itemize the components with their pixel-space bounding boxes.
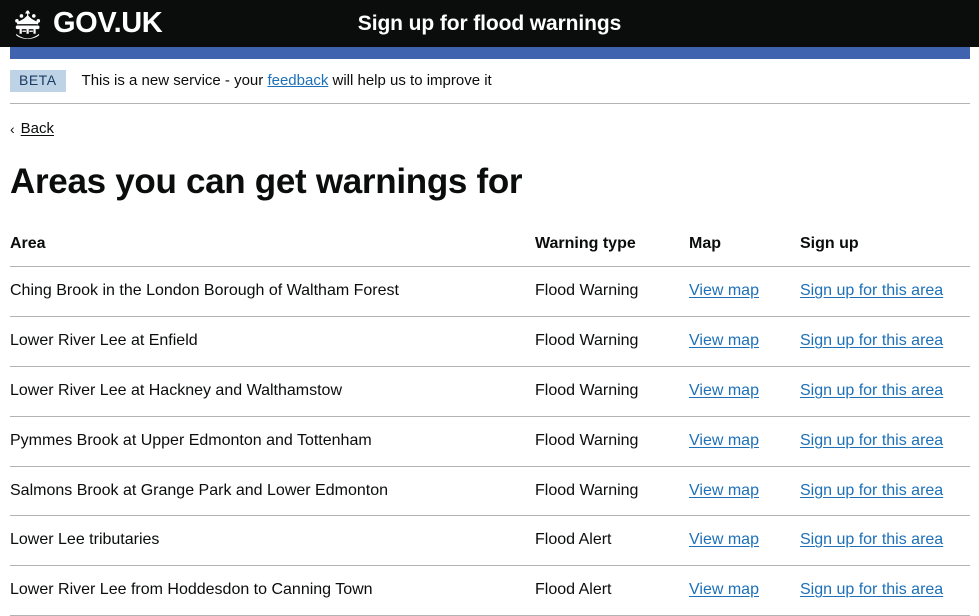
- cell-map: View map: [689, 466, 800, 517]
- govuk-home-link[interactable]: GOV.UK: [9, 7, 163, 39]
- sign-up-for-this-area-link[interactable]: Sign up for this area: [800, 482, 943, 499]
- main-content: ‹ Back Areas you can get warnings for Ar…: [10, 104, 970, 616]
- table-head: Area Warning type Map Sign up: [10, 235, 970, 268]
- cell-warning-type: Flood Alert: [535, 565, 689, 616]
- phase-banner-text: This is a new service - your feedback wi…: [82, 72, 492, 90]
- cell-signup: Sign up for this area: [800, 515, 970, 567]
- cell-map: View map: [689, 266, 800, 318]
- cell-signup: Sign up for this area: [800, 266, 970, 318]
- feedback-link[interactable]: feedback: [267, 72, 328, 89]
- table-row: Lower Lee tributaries Flood Alert View map…: [10, 515, 970, 567]
- back-link-label: Back: [20, 120, 55, 138]
- sign-up-for-this-area-link[interactable]: Sign up for this area: [800, 382, 943, 399]
- beta-tag: BETA: [10, 70, 66, 93]
- cell-map: View map: [689, 416, 800, 467]
- phase-banner: BETA This is a new service - your feedba…: [10, 59, 970, 105]
- govuk-logotype-text: GOV.UK: [53, 7, 163, 39]
- cell-warning-type: Flood Warning: [535, 466, 689, 517]
- cell-area: Lower River Lee at Enfield: [10, 316, 535, 367]
- table-row: Lower River Lee from Hoddesdon to Cannin…: [10, 565, 970, 616]
- cell-map: View map: [689, 515, 800, 567]
- cell-warning-type: Flood Warning: [535, 366, 689, 417]
- sign-up-for-this-area-link[interactable]: Sign up for this area: [800, 332, 943, 349]
- govuk-header: GOV.UK Sign up for flood warnings: [0, 0, 979, 47]
- cell-warning-type: Flood Warning: [535, 266, 689, 318]
- cell-area: Lower River Lee at Hackney and Walthamst…: [10, 366, 535, 417]
- column-header-warning-type: Warning type: [535, 235, 689, 268]
- chevron-left-icon: ‹: [10, 120, 15, 137]
- cell-warning-type: Flood Alert: [535, 515, 689, 567]
- table-row: Salmons Brook at Grange Park and Lower E…: [10, 466, 970, 517]
- column-header-signup: Sign up: [800, 235, 970, 268]
- sign-up-for-this-area-link[interactable]: Sign up for this area: [800, 531, 943, 548]
- areas-table: Area Warning type Map Sign up Ching Broo…: [10, 235, 970, 616]
- cell-signup: Sign up for this area: [800, 565, 970, 616]
- table-row: Lower River Lee at Enfield Flood Warning V…: [10, 316, 970, 367]
- table-body: Ching Brook in the London Borough of Wal…: [10, 266, 970, 616]
- sign-up-for-this-area-link[interactable]: Sign up for this area: [800, 282, 943, 299]
- cell-area: Lower River Lee from Hoddesdon to Cannin…: [10, 565, 535, 616]
- service-name-link[interactable]: Sign up for flood warnings: [358, 12, 621, 35]
- cell-signup: Sign up for this area: [800, 466, 970, 517]
- sign-up-for-this-area-link[interactable]: Sign up for this area: [800, 581, 943, 598]
- view-map-link[interactable]: View map: [689, 432, 759, 449]
- cell-area: Ching Brook in the London Borough of Wal…: [10, 266, 535, 318]
- cell-area: Salmons Brook at Grange Park and Lower E…: [10, 466, 535, 517]
- back-link[interactable]: ‹ Back: [10, 120, 54, 137]
- view-map-link[interactable]: View map: [689, 531, 759, 548]
- header-blue-strip: [10, 47, 970, 59]
- cell-signup: Sign up for this area: [800, 316, 970, 367]
- cell-warning-type: Flood Warning: [535, 416, 689, 467]
- view-map-link[interactable]: View map: [689, 482, 759, 499]
- table-row: Pymmes Brook at Upper Edmonton and Totte…: [10, 416, 970, 467]
- cell-signup: Sign up for this area: [800, 366, 970, 417]
- view-map-link[interactable]: View map: [689, 332, 759, 349]
- table-header-row: Area Warning type Map Sign up: [10, 235, 970, 268]
- column-header-map: Map: [689, 235, 800, 268]
- cell-map: View map: [689, 565, 800, 616]
- cell-map: View map: [689, 316, 800, 367]
- phase-text-before: This is a new service - your: [81, 72, 264, 90]
- cell-area: Pymmes Brook at Upper Edmonton and Totte…: [10, 416, 535, 467]
- view-map-link[interactable]: View map: [689, 282, 759, 299]
- cell-signup: Sign up for this area: [800, 416, 970, 467]
- column-header-area: Area: [10, 235, 535, 268]
- sign-up-for-this-area-link[interactable]: Sign up for this area: [800, 432, 943, 449]
- view-map-link[interactable]: View map: [689, 382, 759, 399]
- cell-warning-type: Flood Warning: [535, 316, 689, 367]
- crown-icon: [9, 9, 53, 39]
- cell-map: View map: [689, 366, 800, 417]
- view-map-link[interactable]: View map: [689, 581, 759, 598]
- page-title: Areas you can get warnings for: [10, 161, 523, 201]
- table-row: Ching Brook in the London Borough of Wal…: [10, 266, 970, 318]
- phase-text-after: will help us to improve it: [332, 72, 492, 90]
- cell-area: Lower Lee tributaries: [10, 515, 535, 567]
- table-row: Lower River Lee at Hackney and Walthamst…: [10, 366, 970, 417]
